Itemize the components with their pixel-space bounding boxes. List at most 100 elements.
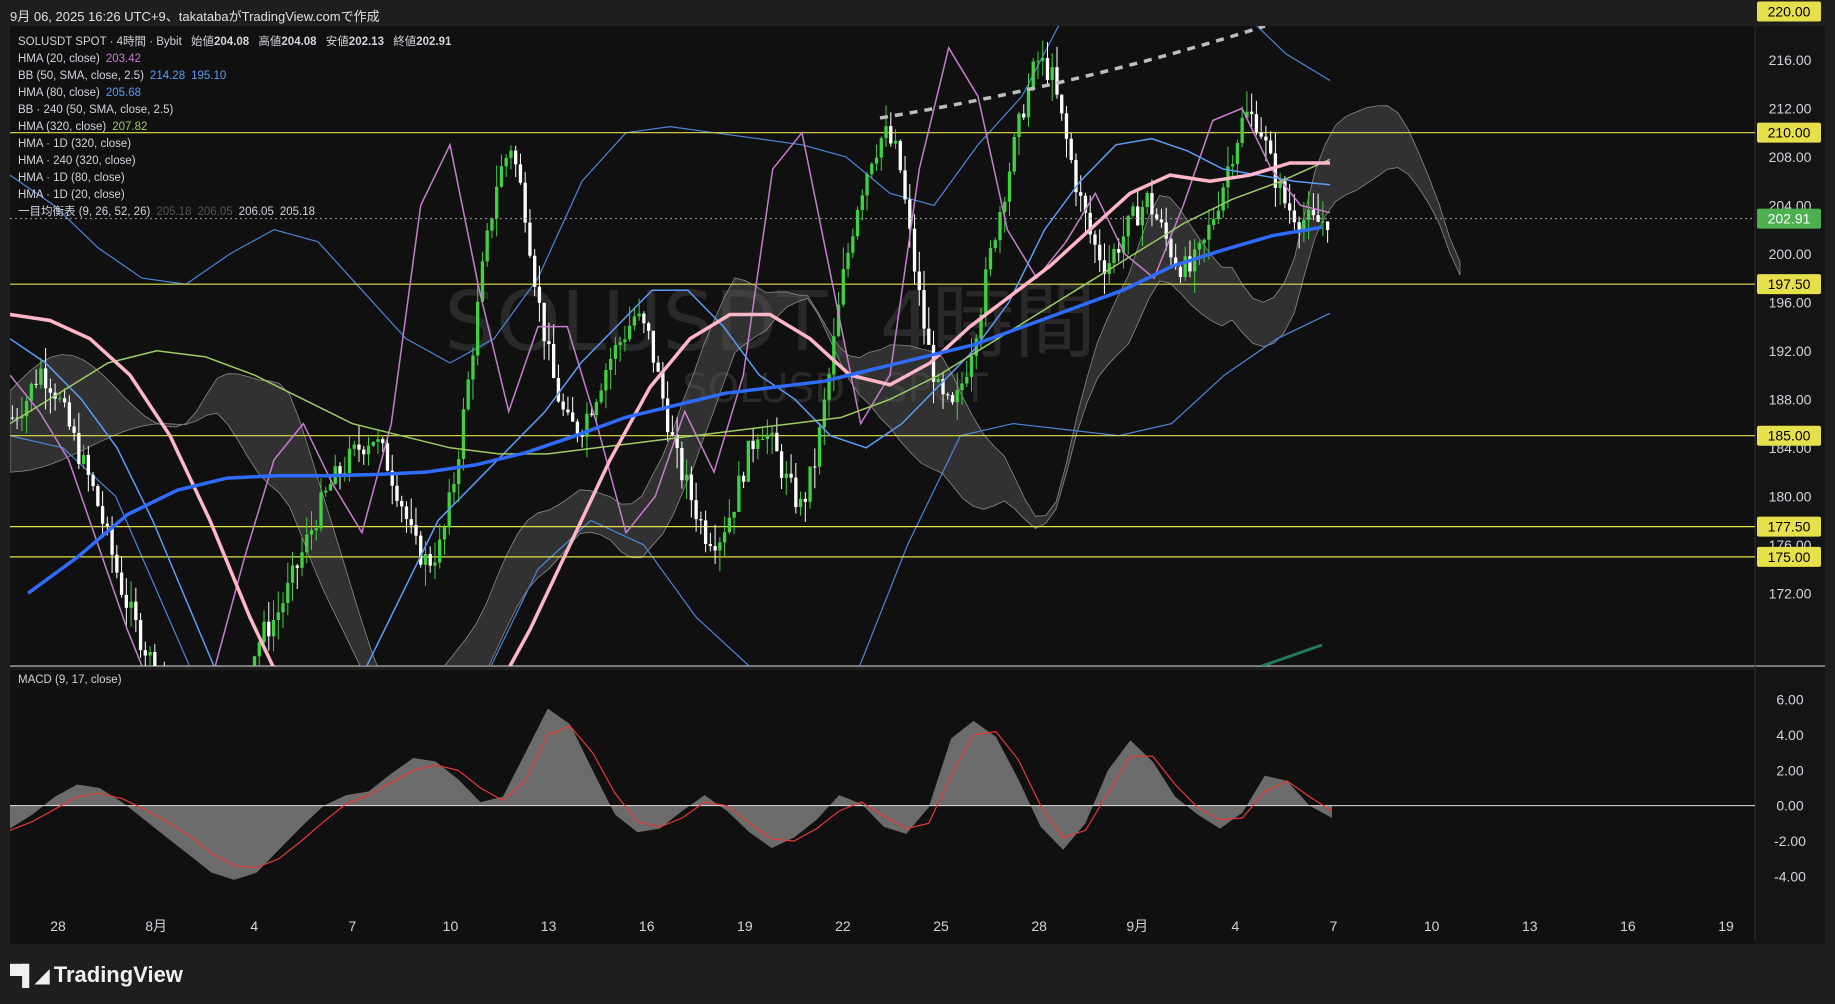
candle-body: [518, 164, 523, 183]
candle-body: [1302, 219, 1306, 230]
candle-body: [1022, 113, 1026, 118]
time-tick: 13: [1522, 918, 1538, 934]
candle-body: [1321, 221, 1325, 223]
candle-body: [1297, 222, 1301, 230]
candle-body: [627, 325, 632, 340]
candle-body: [528, 222, 532, 256]
legend-indicator-row[interactable]: HMA · 240 (320, close): [18, 153, 451, 170]
candle-body: [813, 466, 817, 468]
candle-body: [1311, 209, 1316, 216]
tv-logo-icon: ▀▌◢: [10, 964, 50, 987]
candle-body: [295, 565, 299, 568]
candle-body: [832, 336, 836, 375]
level-label: 177.50: [1768, 519, 1811, 535]
candle-body: [523, 182, 527, 223]
candle-body: [271, 620, 276, 637]
candle-body: [43, 368, 48, 389]
indicator-value: 206.05: [197, 206, 233, 218]
indicator-label: HMA (80, close): [18, 87, 100, 99]
candle-body: [119, 572, 124, 595]
candle-body: [39, 368, 43, 385]
candle-body: [879, 138, 883, 158]
candle-body: [708, 543, 713, 547]
candle-body: [1060, 94, 1064, 114]
legend-indicator-row[interactable]: HMA (80, close) 205.68: [18, 85, 451, 102]
candle-body: [124, 594, 128, 608]
macd-pane-bg: [10, 670, 1755, 906]
candle-body: [618, 342, 622, 345]
candle-body: [965, 376, 969, 384]
candle-body: [689, 474, 694, 501]
candle-body: [613, 344, 618, 359]
price-tick: 192.00: [1769, 343, 1812, 359]
candle-body: [571, 412, 575, 422]
time-tick: 25: [933, 918, 949, 934]
candle-body: [789, 473, 793, 478]
legend-indicator-row[interactable]: BB · 240 (50, SMA, close, 2.5): [18, 102, 451, 119]
candle-body: [775, 432, 779, 452]
legend-indicator-row[interactable]: HMA (320, close) 207.82: [18, 119, 451, 136]
candle-body: [72, 426, 76, 433]
candle-body: [1159, 219, 1164, 223]
candle-body: [281, 603, 285, 613]
candle-body: [1045, 58, 1050, 80]
candle-body: [1079, 192, 1083, 196]
candle-body: [1026, 87, 1031, 118]
candle-body: [257, 642, 261, 657]
legend-indicator-row[interactable]: BB (50, SMA, close, 2.5) 214.28 195.10: [18, 68, 451, 85]
indicator-value: 203.42: [105, 53, 141, 65]
legend-indicator-row[interactable]: HMA · 1D (20, close): [18, 187, 451, 204]
time-tick: 13: [541, 918, 557, 934]
legend-title-row: SOLUSDT SPOT · 4時間 · Bybit 始値204.08 高値20…: [18, 36, 452, 48]
last-price-label: 202.91: [1768, 211, 1811, 227]
indicator-value: 205.18: [156, 206, 192, 218]
candle-body: [286, 582, 290, 604]
candle-body: [1216, 210, 1221, 220]
candle-body: [946, 394, 950, 396]
candle-body: [115, 554, 119, 573]
candle-body: [1164, 222, 1168, 239]
candle-body: [547, 341, 551, 345]
legend-indicator-row[interactable]: 一目均衡表 (9, 26, 52, 26) 205.18 206.05 206.05 2…: [18, 204, 451, 221]
candle-body: [784, 473, 788, 479]
indicator-value: 206.05: [238, 206, 274, 218]
candle-body: [751, 440, 755, 449]
candle-body: [651, 330, 656, 363]
candle-body: [366, 445, 371, 455]
candle-body: [988, 248, 993, 270]
candle-body: [328, 484, 333, 491]
legend-indicator-row[interactable]: HMA · 1D (320, close): [18, 136, 451, 153]
candle-body: [960, 383, 964, 391]
candle-body: [476, 301, 480, 356]
indicator-value: 195.10: [191, 70, 227, 82]
candle-body: [466, 379, 470, 410]
time-tick: 9月: [1126, 918, 1148, 934]
time-axis-bg: [10, 906, 1755, 944]
indicator-label: BB (50, SMA, close, 2.5): [18, 70, 144, 82]
candle-body: [1117, 248, 1121, 253]
legend-indicator-row[interactable]: HMA · 1D (80, close): [18, 170, 451, 187]
candle-body: [319, 492, 323, 529]
candle-body: [760, 438, 765, 440]
candle-body: [741, 475, 746, 482]
candle-body: [998, 212, 1002, 241]
candle-body: [1183, 256, 1187, 278]
legend-indicator-row[interactable]: HMA (20, close) 203.42: [18, 51, 451, 68]
candle-body: [865, 174, 869, 196]
tradingview-logo[interactable]: ▀▌◢ TradingView: [10, 962, 183, 988]
candle-body: [395, 485, 399, 501]
candle-body: [504, 157, 508, 167]
level-label: 197.50: [1768, 276, 1811, 292]
candle-body: [1098, 244, 1102, 261]
time-tick: 16: [1620, 918, 1636, 934]
candle-body: [352, 444, 356, 449]
macd-tick: 6.00: [1776, 692, 1803, 708]
candle-body: [1050, 67, 1054, 80]
candle-body: [779, 451, 784, 479]
time-tick: 19: [1718, 918, 1734, 934]
candle-body: [665, 398, 670, 433]
candle-body: [67, 402, 72, 427]
candle-body: [1169, 238, 1173, 258]
price-tick: 196.00: [1769, 294, 1812, 310]
candle-body: [694, 500, 698, 520]
